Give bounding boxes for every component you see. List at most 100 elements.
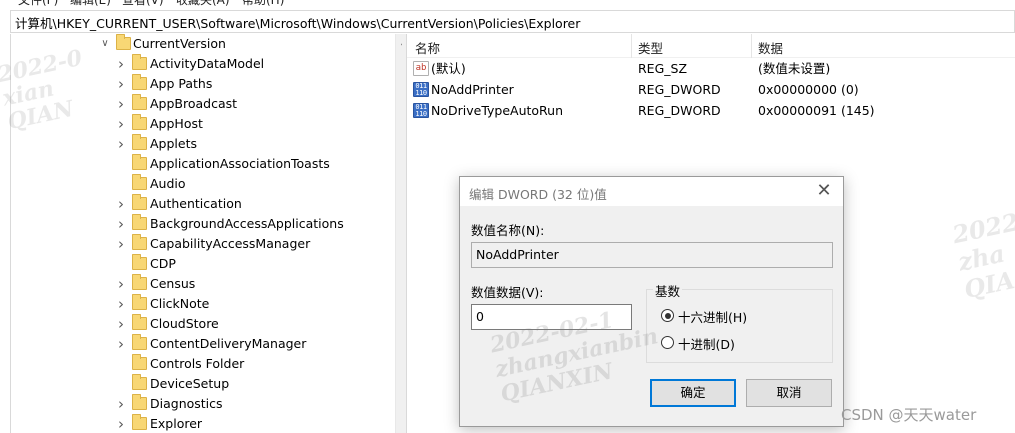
folder-icon — [116, 34, 131, 50]
tree-item-label: CapabilityAccessManager — [150, 236, 311, 251]
folder-icon — [132, 254, 147, 270]
menu-favorites[interactable]: 收藏夹(A) — [176, 0, 230, 8]
tree-item-label: ActivityDataModel — [150, 56, 265, 71]
value-data: 0x00000000 (0) — [758, 82, 859, 97]
folder-icon — [132, 154, 147, 170]
edit-dword-dialog: 编辑 DWORD (32 位)值 ✕ 数值名称(N): NoAddPrinter… — [459, 176, 844, 427]
value-row[interactable]: ab (默认) REG_SZ (数值未设置) — [407, 58, 1015, 79]
folder-icon — [132, 114, 147, 130]
chevron-right-icon[interactable]: › — [115, 214, 127, 234]
list-header: 名称 类型 数据 — [407, 34, 1015, 58]
chevron-right-icon[interactable]: › — [115, 294, 127, 314]
chevron-right-icon[interactable]: › — [115, 234, 127, 254]
tree-item-label: Explorer — [150, 416, 203, 431]
folder-icon — [132, 234, 147, 250]
tree-item-label: CloudStore — [150, 316, 219, 331]
folder-icon — [132, 314, 147, 330]
radio-decimal-label: 十进制(D) — [678, 337, 735, 352]
dword-value-icon: 011 110 — [413, 103, 429, 118]
cancel-button[interactable]: 取消 — [746, 379, 832, 407]
column-header-name[interactable]: 名称 — [415, 38, 440, 57]
string-value-icon: ab — [413, 61, 429, 76]
folder-icon — [132, 354, 147, 370]
tree-item-label: ContentDeliveryManager — [150, 336, 307, 351]
chevron-right-icon[interactable]: › — [115, 394, 127, 414]
chevron-right-icon[interactable]: › — [115, 134, 127, 154]
tree-item-label: DeviceSetup — [150, 376, 230, 391]
base-group — [646, 289, 833, 363]
address-path: 计算机\HKEY_CURRENT_USER\Software\Microsoft… — [15, 16, 581, 31]
tree-item-label: Authentication — [150, 196, 242, 211]
no-expander — [115, 154, 127, 174]
tree-item-label: Census — [150, 276, 196, 291]
tree-item-label: CurrentVersion — [133, 36, 226, 51]
no-expander — [115, 354, 127, 374]
column-header-data[interactable]: 数据 — [758, 38, 783, 57]
close-icon[interactable]: ✕ — [813, 180, 835, 202]
value-data: 0x00000091 (145) — [758, 103, 875, 118]
value-type: REG_DWORD — [638, 103, 721, 118]
chevron-down-icon[interactable]: ∨ — [99, 34, 111, 54]
menu-bar: 文件(F) 编辑(E) 查看(V) 收藏夹(A) 帮助(H) — [0, 0, 1015, 8]
menu-view[interactable]: 查看(V) — [122, 0, 164, 8]
radio-unselected-icon[interactable] — [661, 336, 674, 349]
chevron-right-icon[interactable]: › — [115, 194, 127, 214]
value-name: (默认) — [431, 61, 466, 76]
tree-item-label: Applets — [150, 136, 197, 151]
chevron-right-icon[interactable]: › — [115, 74, 127, 94]
value-name-label: 数值名称(N): — [471, 223, 545, 238]
chevron-right-icon[interactable]: › — [115, 314, 127, 334]
chevron-right-icon[interactable]: › — [115, 274, 127, 294]
value-data-label: 数值数据(V): — [471, 285, 544, 300]
value-row[interactable]: 011 110 NoAddPrinter REG_DWORD 0x00000000 (0… — [407, 79, 1015, 100]
value-type: REG_SZ — [638, 61, 688, 76]
tree-item-label: App Paths — [150, 76, 213, 91]
value-type: REG_DWORD — [638, 82, 721, 97]
folder-icon — [132, 54, 147, 70]
chevron-right-icon[interactable]: › — [115, 94, 127, 114]
tree-item-label: ApplicationAssociationToasts — [150, 156, 330, 171]
address-bar[interactable]: 计算机\HKEY_CURRENT_USER\Software\Microsoft… — [10, 10, 1015, 33]
folder-icon — [132, 394, 147, 410]
folder-icon — [132, 374, 147, 390]
no-expander — [115, 174, 127, 194]
dword-value-icon: 011 110 — [413, 82, 429, 97]
folder-icon — [132, 414, 147, 430]
dialog-titlebar[interactable]: 编辑 DWORD (32 位)值 ✕ — [460, 177, 843, 206]
folder-icon — [132, 94, 147, 110]
chevron-right-icon[interactable]: › — [115, 54, 127, 74]
tree-item-label: AppHost — [150, 116, 203, 131]
chevron-right-icon[interactable]: › — [115, 114, 127, 134]
column-header-type[interactable]: 类型 — [638, 38, 663, 57]
no-expander — [115, 374, 127, 394]
column-divider[interactable] — [751, 34, 752, 58]
tree-scrollbar[interactable]: ▲ — [395, 34, 402, 433]
value-row[interactable]: 011 110 NoDriveTypeAutoRun REG_DWORD 0x00000… — [407, 100, 1015, 121]
tree-item-label: Controls Folder — [150, 356, 245, 371]
value-name: NoDriveTypeAutoRun — [431, 103, 564, 118]
no-expander — [115, 254, 127, 274]
value-name-field[interactable]: NoAddPrinter — [471, 242, 833, 268]
tree-item-label: Diagnostics — [150, 396, 223, 411]
folder-icon — [132, 74, 147, 90]
tree-item-label: CDP — [150, 256, 176, 271]
menu-file[interactable]: 文件(F) — [18, 0, 58, 8]
value-data-input[interactable]: 0 — [471, 304, 632, 330]
chevron-right-icon[interactable]: › — [115, 414, 127, 433]
folder-icon — [132, 134, 147, 150]
tree-item-label: AppBroadcast — [150, 96, 238, 111]
radio-hex-label: 十六进制(H) — [678, 310, 748, 325]
dialog-title: 编辑 DWORD (32 位)值 — [469, 187, 607, 202]
attribution-watermark: CSDN @天天water — [841, 406, 977, 424]
chevron-right-icon[interactable]: › — [115, 334, 127, 354]
menu-edit[interactable]: 编辑(E) — [70, 0, 111, 8]
folder-icon — [132, 194, 147, 210]
radio-selected-icon[interactable] — [661, 309, 674, 322]
ok-button[interactable]: 确定 — [650, 379, 736, 407]
menu-help[interactable]: 帮助(H) — [242, 0, 284, 8]
folder-icon — [132, 334, 147, 350]
folder-icon — [132, 274, 147, 290]
column-divider[interactable] — [631, 34, 632, 58]
tree-item-label: BackgroundAccessApplications — [150, 216, 344, 231]
folder-icon — [132, 214, 147, 230]
